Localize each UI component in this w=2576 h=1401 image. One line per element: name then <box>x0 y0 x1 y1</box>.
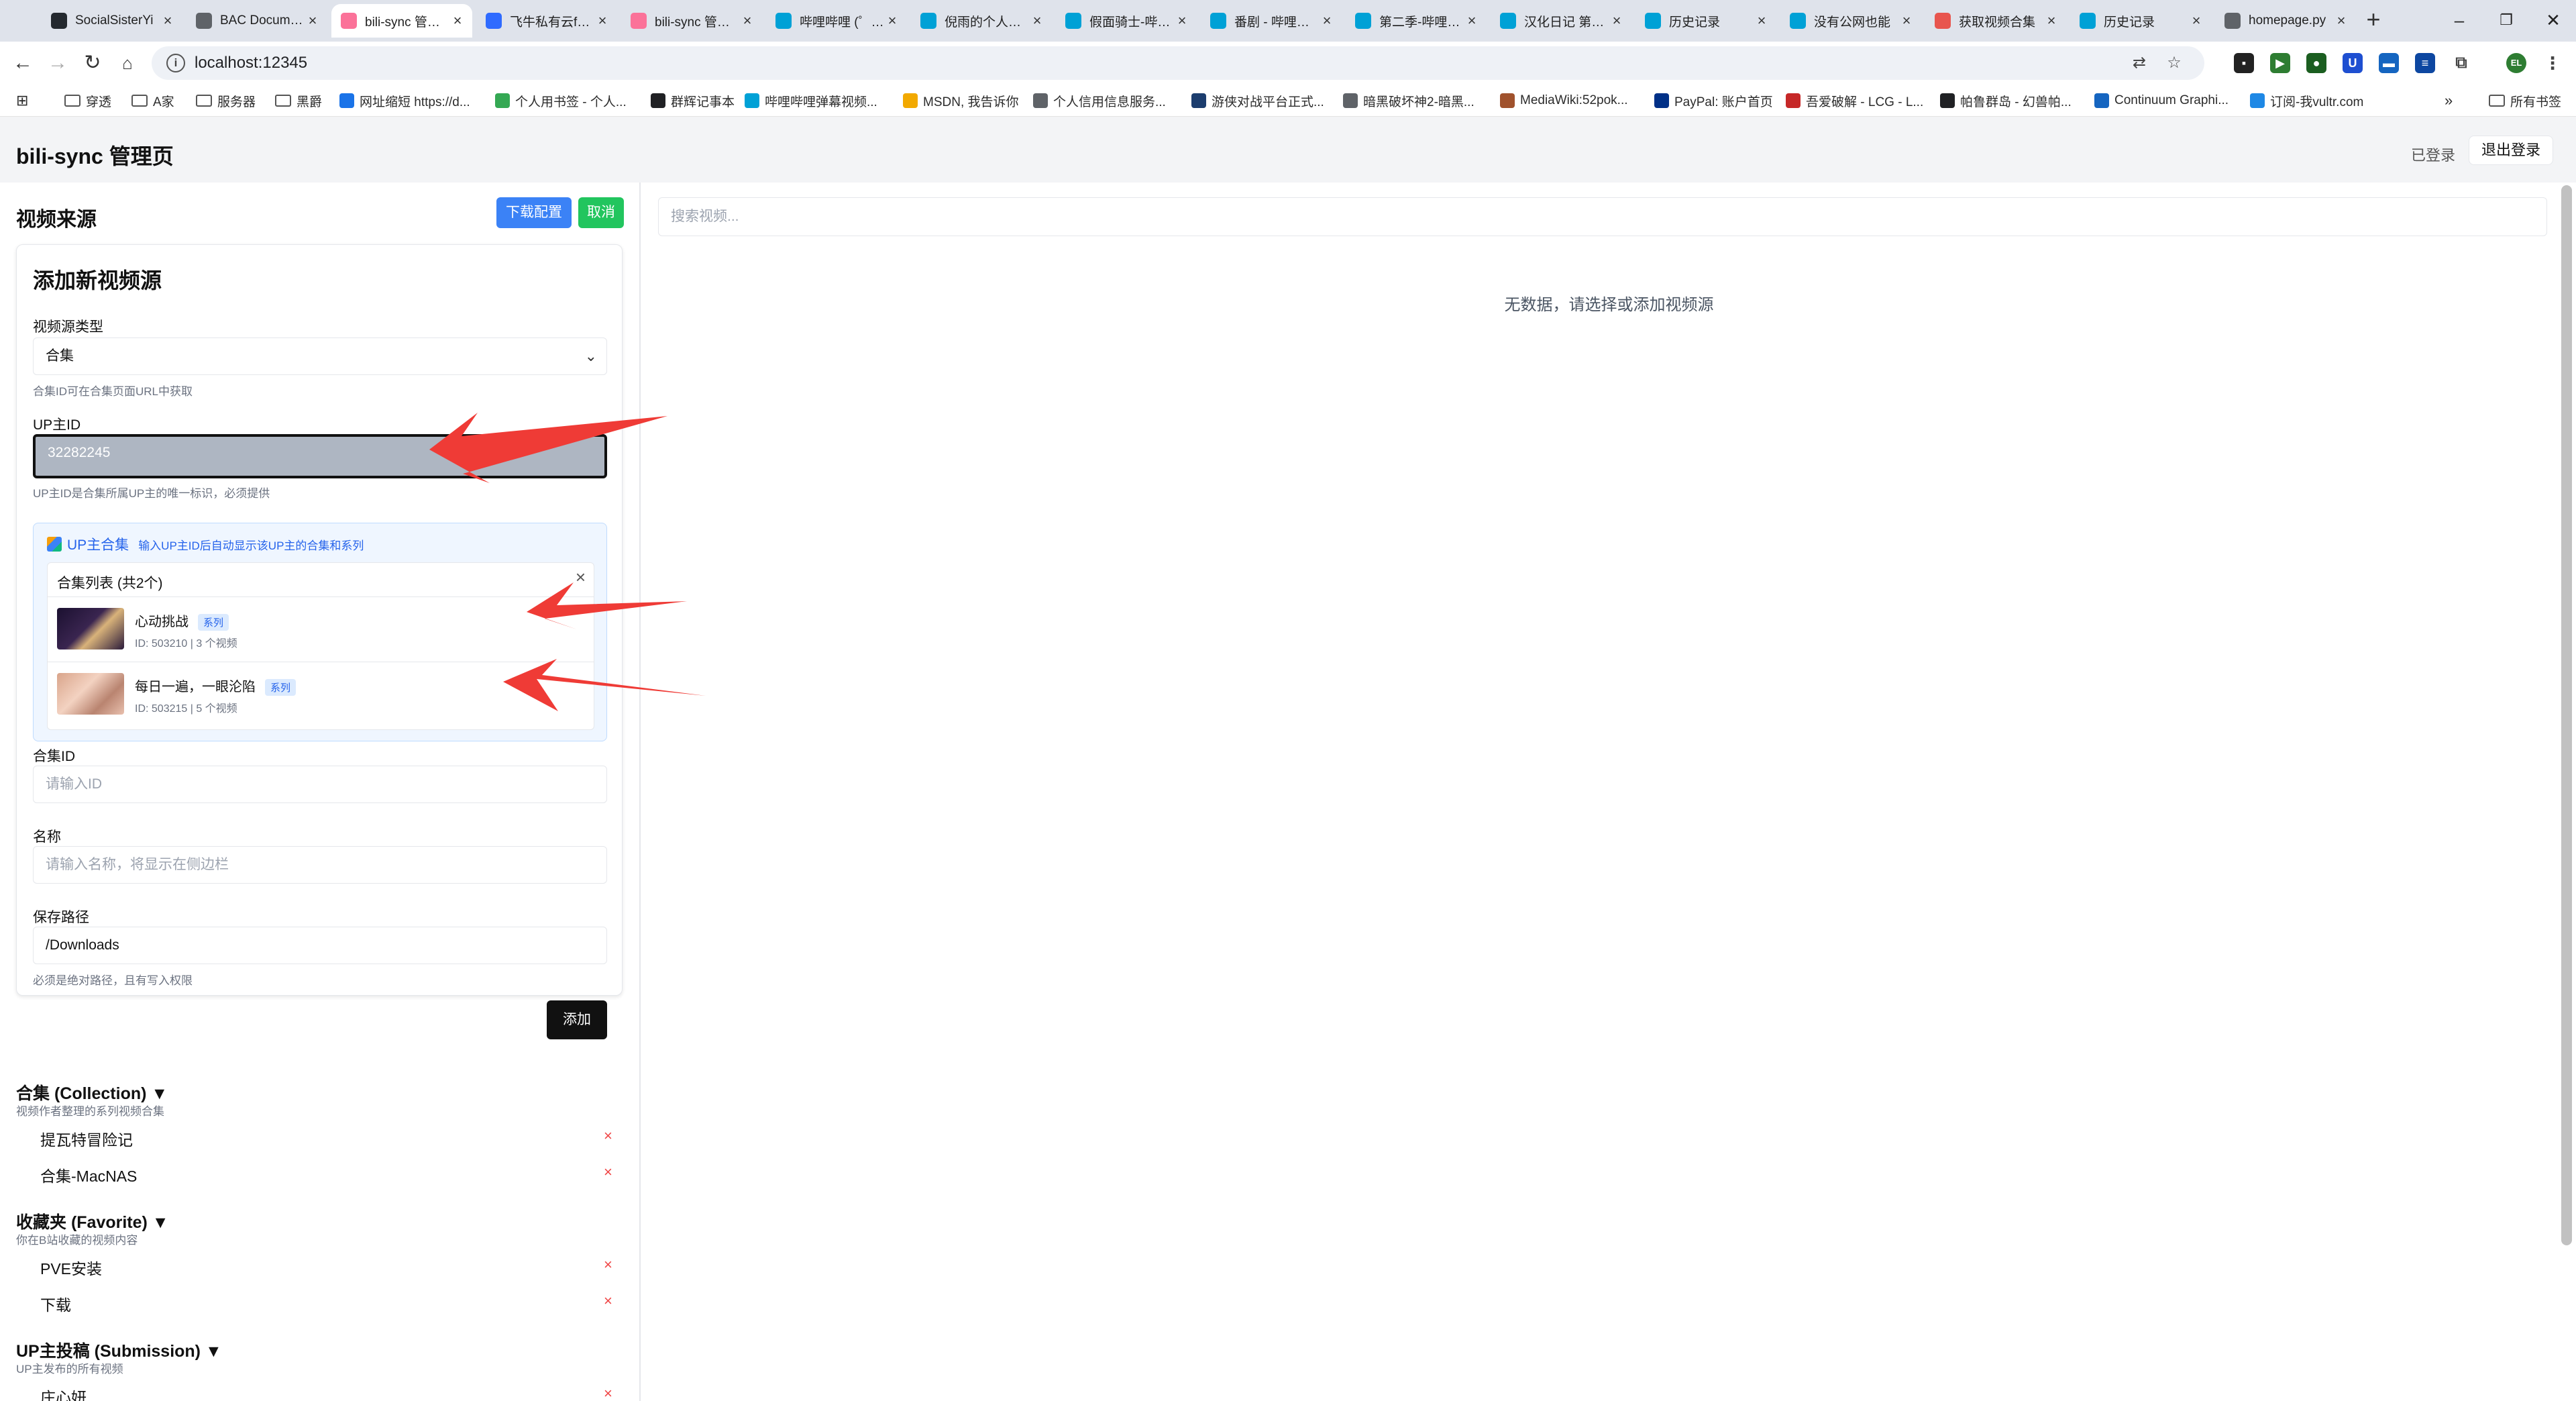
annotation-arrows <box>429 413 706 711</box>
annotation-arrow-collection-2 <box>503 659 706 711</box>
annotation-arrow-upid <box>429 413 667 483</box>
annotation-arrow-collection-1 <box>527 582 687 629</box>
